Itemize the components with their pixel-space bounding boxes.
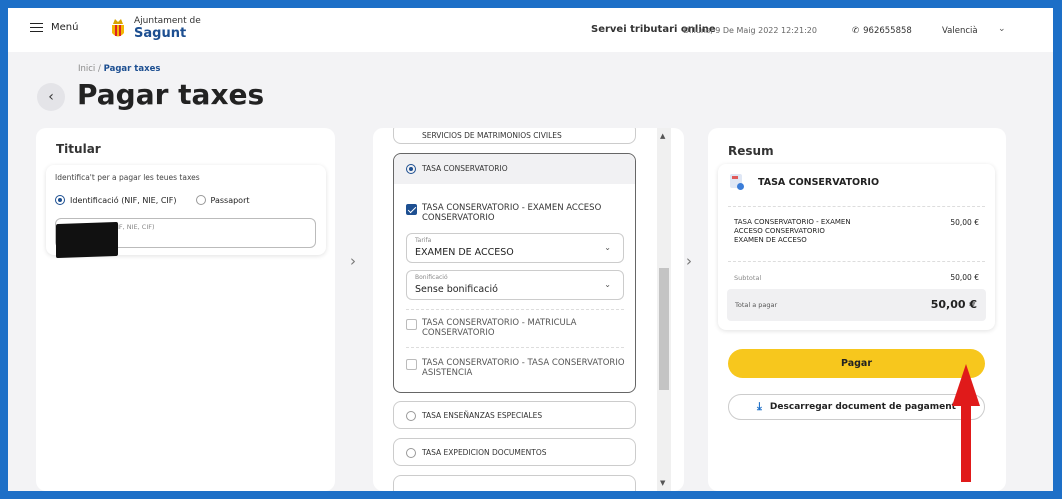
bonificacio-select[interactable]: Bonificació Sense bonificació ⌄ (406, 270, 624, 300)
download-button-label: Descarregar document de pagament (769, 402, 956, 412)
option-next[interactable] (393, 475, 636, 491)
titular-heading: Titular (56, 142, 101, 156)
menu-label: Menú (51, 22, 79, 33)
phone-number: 962655858 (863, 26, 912, 36)
phone-icon: ✆ (852, 26, 860, 36)
identification-description: Identifica't per a pagar les teues taxes (55, 173, 200, 182)
id-type-options: Identificació (NIF, NIE, CIF) Passaport (55, 195, 250, 205)
tarifa-select[interactable]: Tarifa EXAMEN DE ACCESO ⌄ (406, 233, 624, 263)
radio-identificacio[interactable] (55, 195, 65, 205)
logo-line2: Sagunt (134, 25, 187, 41)
hamburger-icon (30, 22, 43, 33)
checkbox-examen-acceso[interactable] (406, 204, 417, 215)
resum-heading: Resum (728, 144, 774, 158)
breadcrumb: Inici / Pagar taxes (78, 64, 160, 74)
checkbox-asistencia[interactable] (406, 359, 417, 370)
checkbox-asistencia-label: TASA CONSERVATORIO - TASA CONSERVATORIO … (422, 358, 625, 378)
pay-button[interactable]: Pagar (728, 349, 985, 378)
checkbox-matricula[interactable] (406, 319, 417, 330)
app-window: Menú Ajuntament de Sagunt Servei tributa… (8, 8, 1053, 491)
option-ensenanzas-label: TASA ENSEÑANZAS ESPECIALES (422, 411, 543, 420)
services-scrollbar[interactable]: ▲ ▼ (657, 128, 671, 491)
tarifa-value: EXAMEN DE ACCESO (415, 247, 514, 258)
bonificacio-value: Sense bonificació (415, 284, 498, 295)
scroll-up-icon[interactable]: ▲ (660, 132, 665, 140)
line-description: TASA CONSERVATORIO - EXAMEN ACCESO CONSE… (734, 218, 884, 245)
chevron-down-icon[interactable]: ⌄ (998, 24, 1006, 34)
menu-button[interactable]: Menú (30, 22, 78, 33)
radio-passaport[interactable] (195, 195, 206, 205)
ajuntament-logo[interactable]: Ajuntament de Sagunt (108, 15, 201, 41)
option-expedicion[interactable]: TASA EXPEDICION DOCUMENTOS (393, 438, 636, 466)
phone-link[interactable]: ✆ 962655858 (852, 26, 912, 36)
line-desc-2: ACCESO CONSERVATORIO (734, 227, 825, 235)
document-icon (730, 174, 744, 190)
option-matrimonios[interactable]: SERVICIOS DE MATRIMONIOS CIVILES (393, 128, 636, 144)
coat-of-arms-icon (112, 19, 124, 37)
summary-card: TASA CONSERVATORIO TASA CONSERVATORIO - … (718, 164, 995, 330)
divider (728, 261, 985, 262)
summary-title: TASA CONSERVATORIO (758, 177, 880, 188)
annotation-arrow-icon (952, 364, 980, 482)
total-amount: 50,00 € (930, 298, 977, 311)
option-conservatorio-expanded: TASA CONSERVATORIO TASA CONSERVATORIO - … (393, 153, 636, 393)
chevron-left-icon: ‹ (48, 89, 54, 105)
chevron-right-icon: › (350, 252, 356, 270)
breadcrumb-home[interactable]: Inici (78, 64, 95, 74)
page-title: Pagar taxes (77, 78, 265, 111)
back-button[interactable]: ‹ (37, 83, 65, 111)
redaction-block (56, 221, 118, 259)
top-bar: Menú Ajuntament de Sagunt Servei tributa… (8, 8, 1053, 52)
radio-expedicion[interactable] (406, 448, 416, 458)
option-expedicion-label: TASA EXPEDICION DOCUMENTOS (422, 448, 547, 457)
total-box: Total a pagar 50,00 € (727, 289, 986, 321)
line-desc-1: TASA CONSERVATORIO - EXAMEN (734, 218, 851, 226)
option-matrimonios-label: SERVICIOS DE MATRIMONIOS CIVILES (422, 131, 562, 140)
line-desc-3: EXAMEN DE ACCESO (734, 236, 807, 244)
divider (406, 347, 624, 348)
subtotal-label: Subtotal (734, 274, 762, 282)
total-label: Total a pagar (735, 301, 778, 309)
scrollbar-thumb[interactable] (659, 268, 669, 390)
services-panel: SERVICIOS DE MATRIMONIOS CIVILES TASA CO… (373, 128, 684, 491)
current-datetime: Dilluns, 9 De Maig 2022 12:21:20 (683, 26, 817, 35)
tarifa-label: Tarifa (415, 237, 432, 244)
option-ensenanzas[interactable]: TASA ENSEÑANZAS ESPECIALES (393, 401, 636, 429)
radio-identificacio-label[interactable]: Identificació (NIF, NIE, CIF) (70, 196, 177, 205)
chevron-down-icon: ⌄ (604, 280, 611, 289)
divider (406, 309, 624, 310)
chevron-right-icon: › (686, 252, 692, 270)
logo-line1: Ajuntament de (134, 15, 201, 26)
breadcrumb-separator: / (98, 64, 101, 74)
line-amount: 50,00 € (950, 218, 979, 227)
option-conservatorio-label: TASA CONSERVATORIO (422, 164, 508, 173)
checkbox-examen-acceso-label: TASA CONSERVATORIO - EXAMEN ACCESO CONSE… (422, 203, 602, 223)
titular-panel: Titular Identifica't per a pagar les teu… (36, 128, 335, 491)
breadcrumb-current: Pagar taxes (103, 64, 161, 74)
download-icon: ⤓ (757, 400, 762, 413)
radio-passaport-label[interactable]: Passaport (211, 196, 250, 205)
radio-ensenanzas[interactable] (406, 411, 416, 421)
divider (728, 206, 985, 207)
scroll-down-icon[interactable]: ▼ (660, 479, 665, 487)
bonificacio-label: Bonificació (415, 274, 448, 281)
subtotal-amount: 50,00 € (950, 273, 979, 282)
language-selector[interactable]: Valencià (942, 26, 978, 36)
option-conservatorio-header[interactable]: TASA CONSERVATORIO (394, 154, 635, 184)
checkbox-matricula-label: TASA CONSERVATORIO - MATRICULA CONSERVAT… (422, 318, 577, 338)
radio-conservatorio[interactable] (406, 164, 416, 174)
download-payment-document-button[interactable]: ⤓ Descarregar document de pagament (728, 394, 985, 420)
chevron-down-icon: ⌄ (604, 243, 611, 252)
